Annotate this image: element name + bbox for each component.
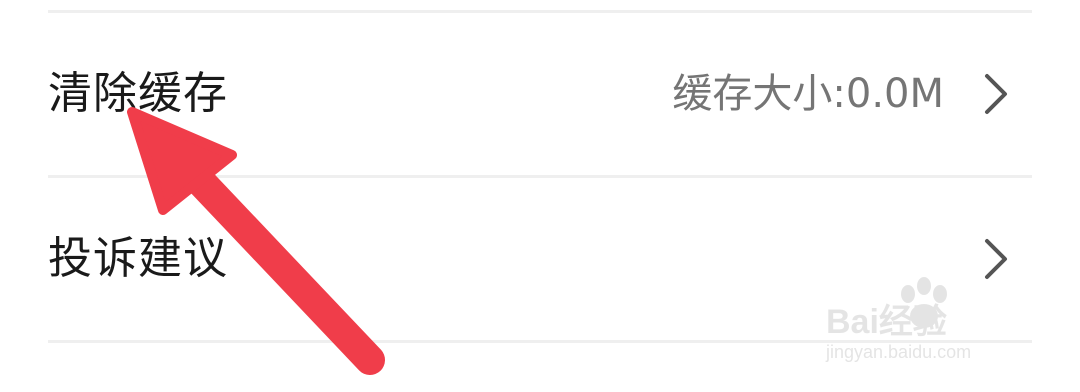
cache-size-value: 缓存大小:0.0M [672,71,944,117]
settings-row-label: 投诉建议 [48,233,228,284]
settings-row-clear-cache[interactable]: 清除缓存 缓存大小:0.0M [0,13,1080,175]
watermark-brand: Bai经验 [826,303,947,341]
chevron-right-icon [985,74,1007,114]
settings-row-label: 清除缓存 [48,68,228,119]
watermark-url: jingyan.baidu.com [826,342,972,362]
watermark-logo: Bai经验 jingyan.baidu.com [826,276,1046,376]
